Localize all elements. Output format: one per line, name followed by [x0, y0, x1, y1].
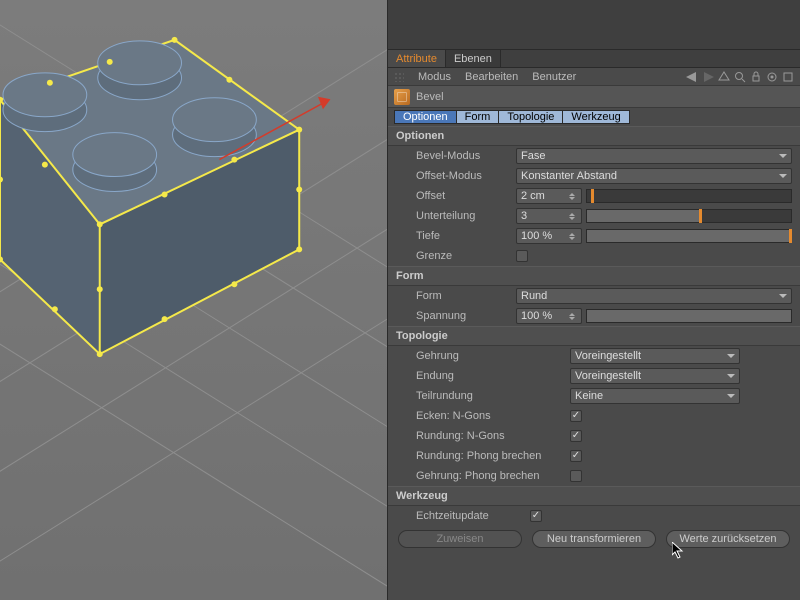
- lbl-echtzeit: Echtzeitupdate: [416, 510, 491, 522]
- section-optionen: Optionen: [388, 126, 800, 146]
- lbl-offset-modus: Offset-Modus: [416, 170, 484, 182]
- tab-attribute[interactable]: Attribute: [388, 50, 446, 67]
- lbl-rundung-phong: Rundung: Phong brechen: [416, 450, 543, 462]
- grip-icon[interactable]: [394, 72, 404, 82]
- lbl-offset: Offset: [416, 190, 447, 202]
- num-spannung[interactable]: 100 %: [516, 308, 582, 324]
- menu-bearbeiten[interactable]: Bearbeiten: [465, 71, 518, 83]
- menu-icon[interactable]: [782, 71, 794, 83]
- nav-up-icon[interactable]: [718, 71, 730, 83]
- num-unterteilung[interactable]: 3: [516, 208, 582, 224]
- btn-werte-zuruecksetzen[interactable]: Werte zurücksetzen: [666, 530, 790, 548]
- subtab-form[interactable]: Form: [457, 110, 500, 124]
- dd-endung[interactable]: Voreingestellt: [570, 368, 740, 384]
- num-offset[interactable]: 2 cm: [516, 188, 582, 204]
- tool-name: Bevel: [416, 91, 444, 103]
- section-werkzeug: Werkzeug: [388, 486, 800, 506]
- lbl-tiefe: Tiefe: [416, 230, 442, 242]
- dd-offset-modus[interactable]: Konstanter Abstand: [516, 168, 792, 184]
- tool-subtabs: Optionen Form Topologie Werkzeug: [388, 108, 800, 126]
- target-icon[interactable]: [766, 71, 778, 83]
- nav-back-icon[interactable]: [686, 71, 698, 83]
- menu-benutzer[interactable]: Benutzer: [532, 71, 576, 83]
- scene-svg: [0, 0, 387, 598]
- chk-grenze[interactable]: [516, 250, 528, 262]
- lbl-form: Form: [416, 290, 444, 302]
- viewport-3d[interactable]: [0, 0, 388, 600]
- dd-teilrundung[interactable]: Keine: [570, 388, 740, 404]
- lbl-rundung-ngons: Rundung: N-Gons: [416, 430, 507, 442]
- btn-neu-transformieren[interactable]: Neu transformieren: [532, 530, 656, 548]
- chk-gehrung-phong[interactable]: [570, 470, 582, 482]
- tool-header: Bevel: [388, 86, 800, 108]
- lbl-spannung: Spannung: [416, 310, 468, 322]
- subtab-werkzeug[interactable]: Werkzeug: [563, 110, 629, 124]
- subtab-topologie[interactable]: Topologie: [499, 110, 563, 124]
- lbl-unterteilung: Unterteilung: [416, 210, 477, 222]
- subtab-optionen[interactable]: Optionen: [394, 110, 457, 124]
- lbl-grenze: Grenze: [416, 250, 454, 262]
- search-icon[interactable]: [734, 71, 746, 83]
- lbl-gehrung: Gehrung: [416, 350, 461, 362]
- bevel-tool-icon: [394, 89, 410, 105]
- dd-bevel-modus[interactable]: Fase: [516, 148, 792, 164]
- btn-zuweisen: Zuweisen: [398, 530, 522, 548]
- chk-ecken-ngons[interactable]: [570, 410, 582, 422]
- lock-icon[interactable]: [750, 71, 762, 83]
- slider-spannung[interactable]: [586, 309, 792, 323]
- lbl-bevel-modus: Bevel-Modus: [416, 150, 482, 162]
- chk-rundung-ngons[interactable]: [570, 430, 582, 442]
- tab-ebenen[interactable]: Ebenen: [446, 50, 501, 67]
- slider-offset[interactable]: [586, 189, 792, 203]
- chk-rundung-phong[interactable]: [570, 450, 582, 462]
- dd-gehrung[interactable]: Voreingestellt: [570, 348, 740, 364]
- lbl-endung: Endung: [416, 370, 456, 382]
- panel-tabs: Attribute Ebenen: [388, 50, 800, 68]
- slider-unterteilung[interactable]: [586, 209, 792, 223]
- lbl-ecken-ngons: Ecken: N-Gons: [416, 410, 493, 422]
- menu-modus[interactable]: Modus: [418, 71, 451, 83]
- nav-fwd-icon[interactable]: [702, 71, 714, 83]
- attributes-panel: Attribute Ebenen Modus Bearbeiten Benutz…: [388, 0, 800, 600]
- lbl-teilrundung: Teilrundung: [416, 390, 475, 402]
- num-tiefe[interactable]: 100 %: [516, 228, 582, 244]
- lbl-gehrung-phong: Gehrung: Phong brechen: [416, 470, 542, 482]
- chk-echtzeit[interactable]: [530, 510, 542, 522]
- section-form: Form: [388, 266, 800, 286]
- attribute-menubar: Modus Bearbeiten Benutzer: [388, 68, 800, 86]
- dd-form[interactable]: Rund: [516, 288, 792, 304]
- slider-tiefe[interactable]: [586, 229, 792, 243]
- section-topologie: Topologie: [388, 326, 800, 346]
- panel-header-blank: [388, 0, 800, 50]
